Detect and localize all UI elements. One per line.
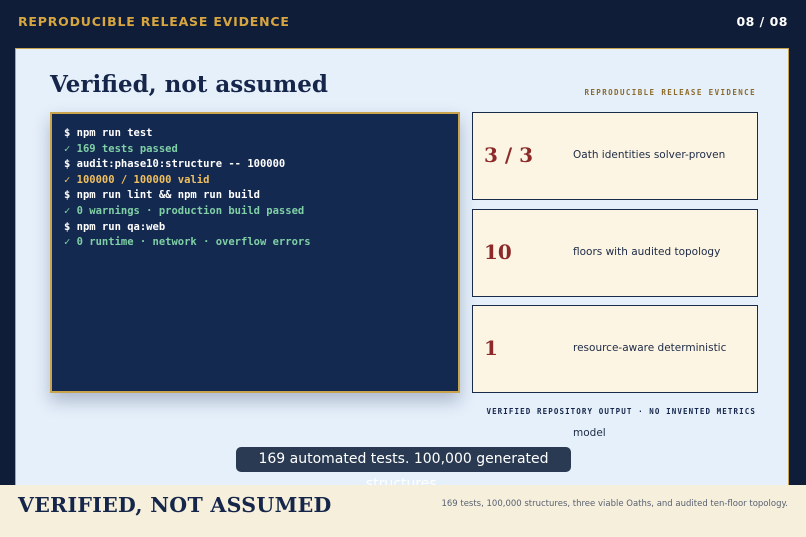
terminal-line: ✓ 100000 / 100000 valid	[64, 173, 210, 186]
terminal-line: $ audit:phase10:structure -- 100000	[64, 158, 286, 171]
bottom-bar: VERIFIED, NOT ASSUMED 169 tests, 100,000…	[0, 485, 806, 537]
metric-card-model: 1 resource-aware deterministic model	[472, 305, 758, 439]
metric-value: 10	[484, 240, 512, 264]
metric-label: resource-aware deterministic model	[573, 342, 727, 439]
metric-label: floors with audited topology	[573, 246, 721, 258]
slide-footnote: VERIFIED REPOSITORY OUTPUT · NO INVENTED…	[486, 407, 756, 416]
caption-subtitle: 169 automated tests. 100,000 generated s…	[236, 447, 571, 492]
deck-title: REPRODUCIBLE RELEASE EVIDENCE	[18, 14, 290, 29]
terminal-line: $ npm run test	[64, 127, 153, 139]
footer-title: VERIFIED, NOT ASSUMED	[18, 493, 332, 517]
footer-summary: 169 tests, 100,000 structures, three via…	[441, 499, 788, 509]
metric-value: 3 / 3	[484, 143, 534, 167]
terminal-output: $ npm run test ✓ 169 tests passed $ audi…	[50, 112, 460, 393]
metric-card-floors: 10 floors with audited topology	[472, 209, 758, 297]
slide-panel: Verified, not assumed REPRODUCIBLE RELEA…	[15, 48, 789, 492]
page-number: 08 / 08	[736, 14, 788, 29]
metric-value: 1	[484, 336, 498, 360]
slide-kicker: REPRODUCIBLE RELEASE EVIDENCE	[584, 88, 756, 97]
slide-heading: Verified, not assumed	[50, 71, 328, 98]
terminal-line: ✓ 0 warnings · production build passed	[64, 204, 305, 217]
metric-label: Oath identities solver-proven	[573, 149, 726, 161]
metric-card-oaths: 3 / 3 Oath identities solver-proven	[472, 112, 758, 200]
terminal-line: $ npm run qa:web	[64, 220, 166, 233]
terminal-line: ✓ 169 tests passed	[64, 142, 178, 155]
terminal-line: $ npm run lint && npm run build	[64, 189, 260, 202]
terminal-line: ✓ 0 runtime · network · overflow errors	[64, 236, 311, 249]
top-bar: REPRODUCIBLE RELEASE EVIDENCE 08 / 08	[0, 0, 806, 44]
